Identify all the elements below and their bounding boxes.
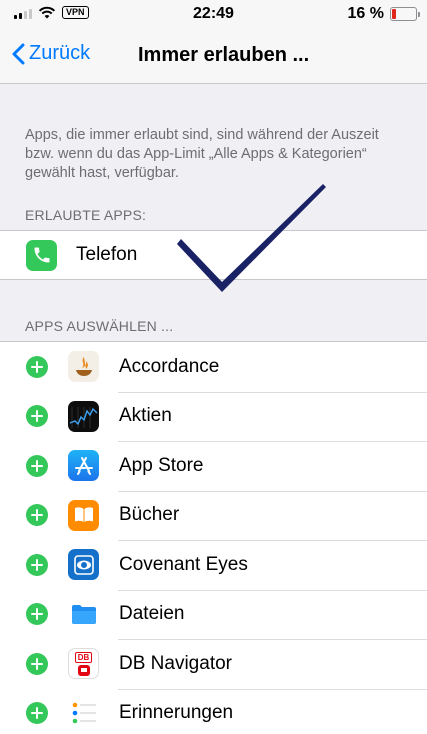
reminders-icon: [68, 697, 99, 729]
list-item-covenant-eyes[interactable]: Covenant Eyes: [0, 540, 427, 590]
db-navigator-icon: DB: [68, 648, 99, 680]
add-icon[interactable]: [26, 454, 48, 477]
app-label: Bücher: [119, 504, 180, 526]
allowed-apps-header: ERLAUBTE APPS:: [25, 207, 147, 223]
books-icon: [68, 499, 99, 531]
app-label: DB Navigator: [119, 652, 232, 674]
files-icon: [68, 598, 99, 630]
list-item-aktien[interactable]: Aktien: [0, 391, 427, 442]
status-right: 16 %: [347, 5, 420, 23]
back-label: Zurück: [29, 42, 91, 64]
accordance-icon: [68, 351, 99, 383]
status-bar: VPN 22:49 16 %: [0, 0, 427, 28]
add-icon[interactable]: [26, 504, 48, 527]
choose-apps-list: Accordance Aktien App Store Bücher Coven…: [0, 341, 427, 734]
add-icon[interactable]: [26, 603, 48, 626]
add-icon[interactable]: [26, 355, 48, 378]
chevron-left-icon: [12, 43, 25, 64]
list-item-telefon[interactable]: Telefon: [0, 231, 427, 279]
add-icon[interactable]: [26, 652, 48, 675]
app-label: Erinnerungen: [119, 702, 234, 724]
page-title: Immer erlauben ...: [138, 44, 310, 66]
app-label: Accordance: [119, 355, 220, 377]
list-item-dateien[interactable]: Dateien: [0, 589, 427, 640]
app-label: Covenant Eyes: [119, 553, 248, 575]
app-label: Dateien: [119, 603, 185, 625]
list-item-erinnerungen[interactable]: Erinnerungen: [0, 688, 427, 734]
app-label: Aktien: [119, 405, 172, 427]
list-item-buecher[interactable]: Bücher: [0, 490, 427, 541]
stocks-icon: [68, 400, 99, 432]
choose-apps-header: APPS AUSWÄHLEN ...: [25, 318, 174, 334]
app-store-icon: [68, 450, 99, 482]
list-item-app-store[interactable]: App Store: [0, 441, 427, 491]
add-icon[interactable]: [26, 405, 48, 428]
battery-icon: [390, 7, 420, 21]
list-item-db-navigator[interactable]: DB DB Navigator: [0, 639, 427, 689]
add-icon[interactable]: [26, 702, 48, 725]
info-text: Apps, die immer erlaubt sind, sind währe…: [25, 127, 379, 181]
covenant-eyes-icon: [68, 549, 99, 581]
battery-percentage: 16 %: [347, 5, 384, 22]
add-icon[interactable]: [26, 553, 48, 576]
phone-icon: [26, 239, 57, 271]
app-label: Telefon: [76, 244, 138, 265]
back-button[interactable]: Zurück: [12, 42, 90, 65]
app-label: App Store: [119, 454, 204, 476]
db-badge: DB: [74, 652, 93, 664]
allowed-apps-list: Telefon: [0, 230, 427, 280]
list-item-accordance[interactable]: Accordance: [0, 342, 427, 392]
navigation-bar: Zurück Immer erlauben ...: [0, 28, 427, 84]
